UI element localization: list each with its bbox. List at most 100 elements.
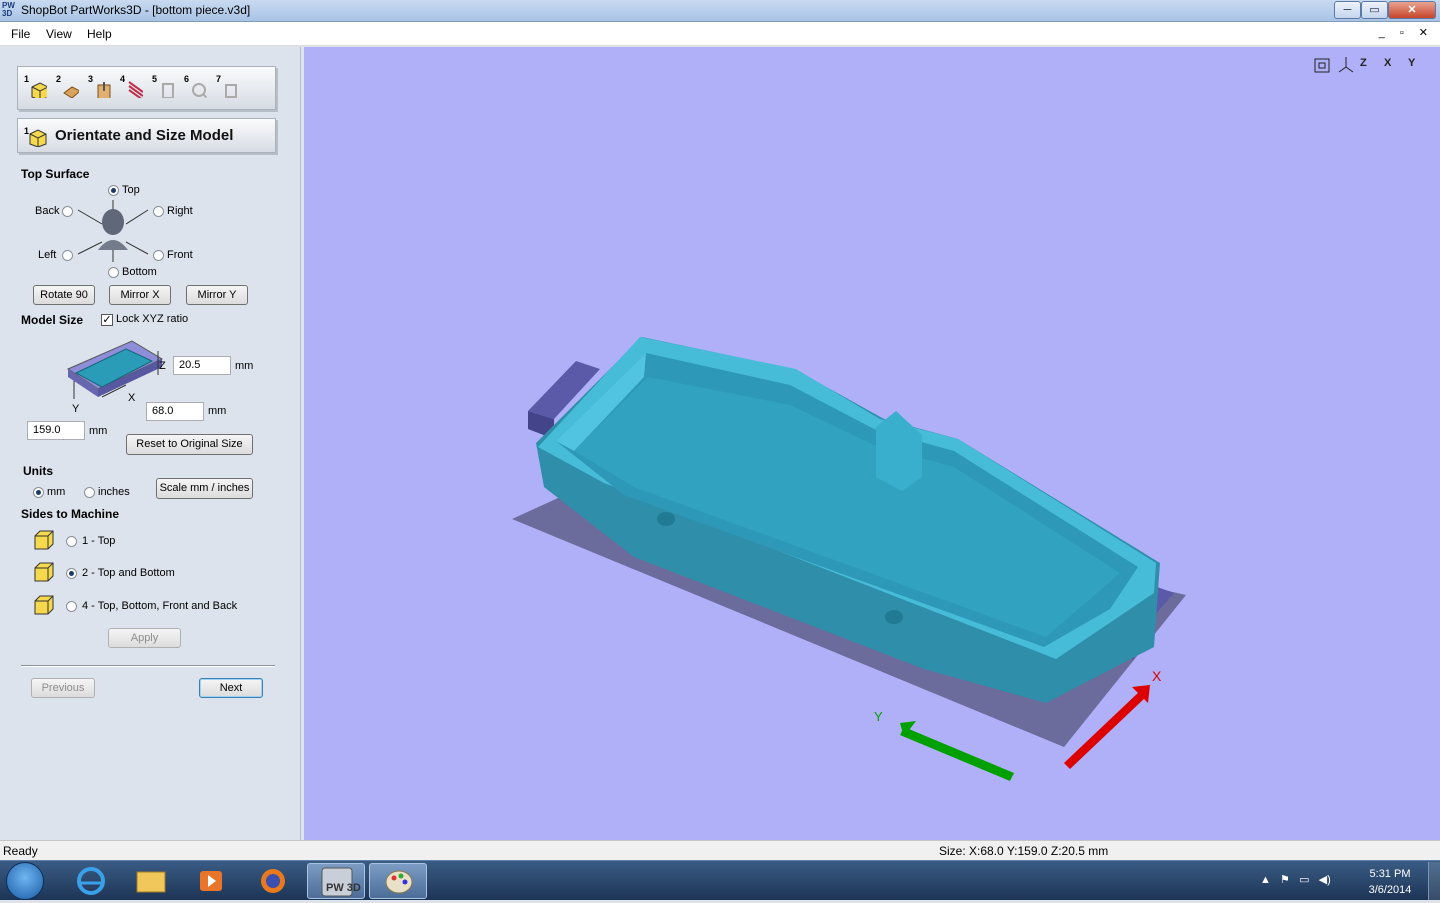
system-tray[interactable]: ▲ ⚑ ▭ ◀) [1260, 873, 1331, 886]
title-bar: PW 3D ShopBot PartWorks3D - [bottom piec… [0, 0, 1440, 22]
taskbar: PW 3D ▲ ⚑ ▭ ◀) 5:31 PM 3/6/2014 [0, 860, 1440, 900]
media-taskbar-button[interactable] [182, 863, 240, 899]
right-radio[interactable] [153, 206, 164, 217]
minimize-button[interactable]: ─ [1334, 1, 1361, 19]
lock-xyz-checkbox[interactable]: ✓ [101, 314, 113, 326]
orientate-icon: 1 [24, 126, 47, 147]
scale-units-button[interactable]: Scale mm / inches [156, 478, 253, 499]
menu-file[interactable]: File [11, 27, 30, 41]
rotate-90-button[interactable]: Rotate 90 [33, 285, 95, 305]
clock[interactable]: 5:31 PM 3/6/2014 [1362, 866, 1418, 898]
show-desktop-button[interactable] [1428, 862, 1440, 900]
left-panel: 1 2 3 4 5 6 7 1 Orientate and Size Model… [0, 47, 301, 840]
sides-1-radio[interactable] [66, 536, 77, 547]
panel-separator [21, 665, 275, 667]
partworks-taskbar-button[interactable]: PW 3D [307, 863, 365, 899]
front-radio[interactable] [153, 250, 164, 261]
next-button[interactable]: Next [199, 678, 263, 698]
hole-1 [657, 512, 675, 526]
hole-2 [885, 610, 903, 624]
y-axis-label: Y [874, 709, 883, 724]
y-axis-arrow [900, 727, 1014, 781]
step-4-button[interactable]: 4 [120, 74, 146, 102]
pw3d-icon: PW 3D [321, 867, 361, 897]
step-3-button[interactable]: 3 [88, 74, 114, 102]
step-header: 1 Orientate and Size Model [17, 118, 276, 153]
material-icon [63, 86, 79, 98]
explorer-taskbar-button[interactable] [122, 863, 180, 899]
previous-button[interactable]: Previous [31, 678, 95, 698]
firefox-icon [261, 869, 285, 893]
mdi-window-controls[interactable]: _ ▫ ✕ [1379, 26, 1434, 39]
inches-label: inches [98, 486, 130, 498]
mm-label: mm [47, 486, 66, 498]
size-readout: Size: X:68.0 Y:159.0 Z:20.5 mm [939, 844, 1109, 858]
cube-icon [31, 82, 47, 98]
bust-head [102, 209, 124, 235]
top-radio[interactable] [108, 185, 119, 196]
model-size-diagram [66, 340, 164, 399]
close-button[interactable]: ✕ [1388, 1, 1436, 19]
z-unit-label: mm [235, 360, 254, 372]
x-axis-label: X [1152, 668, 1162, 684]
x-size-input[interactable]: 68.0 [146, 402, 204, 421]
model-boss [876, 411, 922, 491]
step-1-button[interactable]: 1 [24, 74, 50, 102]
menu-help[interactable]: Help [87, 27, 112, 41]
page-title: Orientate and Size Model [55, 127, 234, 144]
paint-icon [385, 870, 413, 894]
inches-radio[interactable] [84, 487, 95, 498]
step-2-button[interactable]: 2 [56, 74, 82, 102]
sides-heading: Sides to Machine [21, 507, 120, 521]
step-7-button[interactable]: 7 [216, 74, 242, 102]
cutout-icon [162, 83, 174, 98]
model-size-heading: Model Size [21, 313, 84, 327]
firefox-taskbar-button[interactable] [244, 863, 302, 899]
x-axis-label: X [128, 392, 136, 404]
orientation-diagram [77, 200, 149, 262]
sides-4-label: 4 - Top, Bottom, Front and Back [82, 600, 238, 612]
status-text: Ready [3, 844, 38, 858]
left-label: Left [38, 249, 57, 261]
step-number: 4 [120, 74, 126, 84]
bottom-label: Bottom [122, 266, 157, 278]
step-6-button[interactable]: 6 [184, 74, 210, 102]
lock-xyz-label: Lock XYZ ratio [116, 313, 189, 325]
bottom-radio[interactable] [108, 267, 119, 278]
y-unit-label: mm [89, 425, 108, 437]
mm-radio[interactable] [33, 487, 44, 498]
maximize-button[interactable]: ▭ [1361, 1, 1388, 19]
four-side-cube-icon [34, 595, 54, 615]
clock-time: 5:31 PM [1369, 868, 1411, 880]
step-toolbar: 1 2 3 4 5 6 7 [17, 66, 276, 110]
3d-viewport[interactable]: Z X Y Y X [304, 47, 1440, 840]
step-5-button[interactable]: 5 [152, 74, 178, 102]
right-label: Right [167, 205, 193, 217]
y-size-input[interactable]: 159.0 [27, 421, 85, 440]
two-side-cube-icon [34, 562, 54, 582]
apply-button[interactable]: Apply [108, 628, 181, 648]
step-number: 7 [216, 74, 222, 84]
z-size-input[interactable]: 20.5 [173, 356, 231, 375]
step-number: 5 [152, 74, 158, 84]
step-header-number: 1 [24, 126, 29, 136]
mirror-x-button[interactable]: Mirror X [109, 285, 171, 305]
start-button[interactable] [6, 862, 44, 900]
reset-size-button[interactable]: Reset to Original Size [126, 434, 253, 455]
ie-icon [77, 867, 105, 895]
menu-bar: File View Help _ ▫ ✕ [0, 22, 1440, 46]
ie-taskbar-button[interactable] [62, 863, 120, 899]
top-label: Top [122, 184, 140, 196]
back-radio[interactable] [62, 206, 73, 217]
mirror-y-button[interactable]: Mirror Y [186, 285, 248, 305]
sides-2-radio[interactable] [66, 568, 77, 579]
sides-2-label: 2 - Top and Bottom [82, 567, 175, 579]
preview-icon [192, 83, 207, 98]
menu-view[interactable]: View [46, 27, 72, 41]
left-radio[interactable] [62, 250, 73, 261]
roughing-icon [97, 82, 111, 98]
step-number: 2 [56, 74, 62, 84]
paint-taskbar-button[interactable] [369, 863, 427, 899]
front-label: Front [167, 249, 193, 261]
sides-4-radio[interactable] [66, 601, 77, 612]
